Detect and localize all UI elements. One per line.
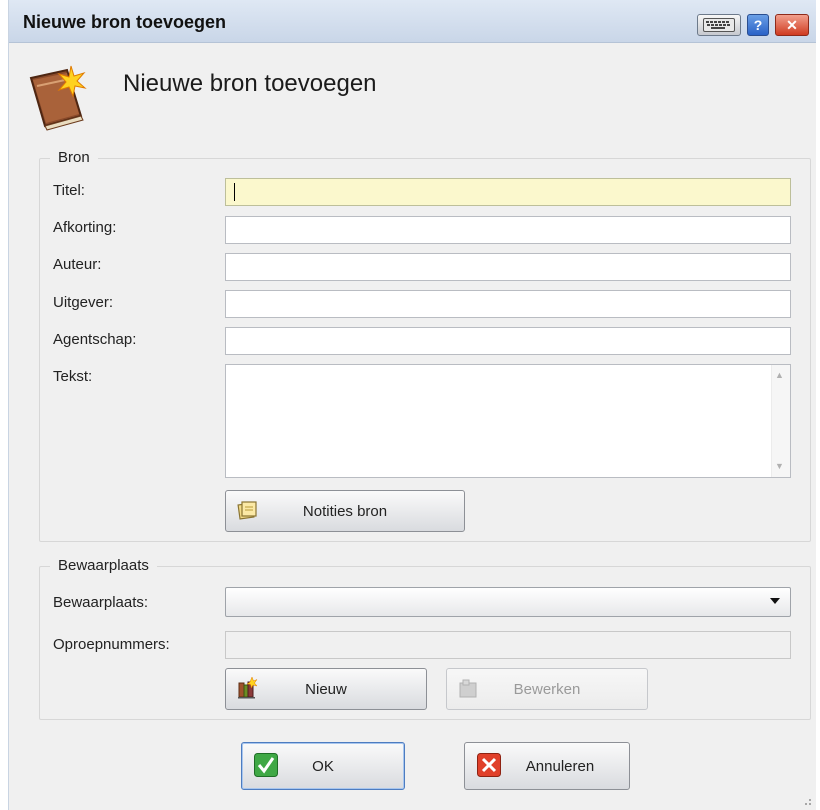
bewaarplaats-legend: Bewaarplaats [50,557,157,574]
auteur-label: Auteur: [53,256,102,273]
close-button[interactable]: ✕ [775,14,809,36]
uitgever-input[interactable] [225,290,791,318]
tekst-label: Tekst: [53,368,93,385]
ok-label: OK [312,757,334,775]
text-caret [234,183,235,201]
notities-bron-button[interactable]: Notities bron [225,490,465,532]
bewerken-label: Bewerken [513,680,581,698]
scroll-down-icon[interactable]: ▼ [775,461,784,471]
cancel-icon [477,753,501,777]
help-button[interactable]: ? [747,14,769,36]
keyboard-button[interactable] [697,14,741,36]
bewaarplaats-select[interactable] [225,587,791,617]
resize-grip-icon[interactable] [800,794,812,806]
notities-bron-label: Notities bron [302,502,388,520]
bewerken-button[interactable]: Bewerken [446,668,648,710]
edit-repository-icon [459,679,477,698]
ok-button[interactable]: OK [241,742,405,790]
uitgever-label: Uitgever: [53,294,114,311]
nieuw-button[interactable]: Nieuw [225,668,427,710]
agentschap-input[interactable] [225,327,791,355]
tekst-scrollbar[interactable]: ▲ ▼ [771,365,790,477]
dropdown-arrow-icon[interactable] [770,598,780,604]
auteur-input[interactable] [225,253,791,281]
dialog-heading: Nieuwe bron toevoegen [123,70,377,97]
dialog-window: Nieuwe bron toevoegen ? ✕ Nieuwe bron to… [8,0,816,810]
titel-label: Titel: [53,182,85,199]
scroll-up-icon[interactable]: ▲ [775,370,784,380]
window-title: Nieuwe bron toevoegen [23,12,227,32]
titel-input[interactable] [225,178,791,206]
annuleren-button[interactable]: Annuleren [464,742,630,790]
notes-icon [237,501,257,520]
tekst-textarea[interactable]: ▲ ▼ [225,364,791,478]
book-star-icon [29,65,87,131]
help-icon: ? [753,17,763,33]
check-icon [254,753,278,777]
annuleren-label: Annuleren [525,757,595,775]
new-repository-icon [238,677,258,699]
keyboard-icon [703,18,735,32]
dialog-header: Nieuwe bron toevoegen [9,42,816,142]
agentschap-label: Agentschap: [53,331,137,348]
oproepnummers-input[interactable] [225,631,791,659]
afkorting-label: Afkorting: [53,219,117,236]
afkorting-input[interactable] [225,216,791,244]
nieuw-label: Nieuw [305,680,347,698]
close-icon: ✕ [786,16,798,33]
oproepnummers-label: Oproepnummers: [53,636,170,653]
bewaarplaats-label: Bewaarplaats: [53,594,149,611]
bron-legend: Bron [50,149,98,166]
title-bar: Nieuwe bron toevoegen ? ✕ [9,0,816,43]
